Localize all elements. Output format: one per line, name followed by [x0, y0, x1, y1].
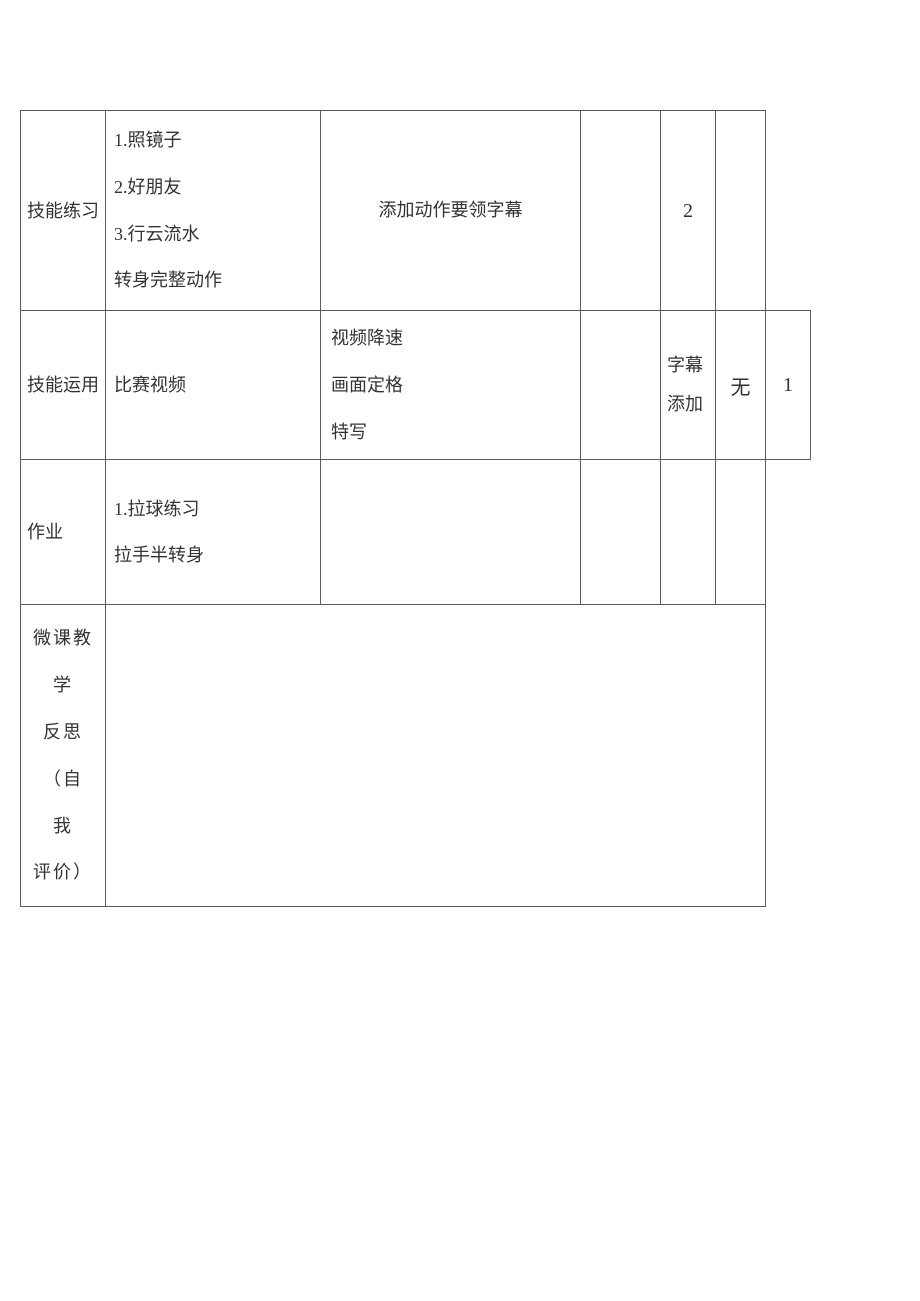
- cell-skill-practice-label: 技能练习: [21, 111, 106, 311]
- cell-skill-apply-num: 1: [766, 311, 811, 460]
- text: 添加动作要领字幕: [379, 200, 523, 220]
- text: 1.照镜子: [114, 117, 312, 164]
- cell-empty: [581, 111, 661, 311]
- cell-reflection-body: [106, 605, 766, 907]
- text: 2.好朋友: [114, 164, 312, 211]
- cell-skill-apply-content: 比赛视频: [106, 311, 321, 460]
- cell-skill-practice-content: 1.照镜子 2.好朋友 3.行云流水 转身完整动作: [106, 111, 321, 311]
- text: 拉手半转身: [114, 532, 312, 579]
- cell-empty: [716, 111, 766, 311]
- cell-homework-label: 作业: [21, 460, 106, 605]
- text: 技能运用: [27, 375, 99, 395]
- text: 反思（自: [25, 709, 101, 803]
- cell-skill-practice-count: 2: [661, 111, 716, 311]
- cell-homework-content: 1.拉球练习 拉手半转身: [106, 460, 321, 605]
- text: 1: [783, 374, 793, 396]
- cell-reflection-label: 微课教学 反思（自 我 评价）: [21, 605, 106, 907]
- lesson-plan-table: 技能练习 1.照镜子 2.好朋友 3.行云流水 转身完整动作 添加动作要领字幕 …: [20, 110, 811, 907]
- cell-skill-apply-sub: 字幕 添加: [661, 311, 716, 460]
- document-table-wrap: 技能练习 1.照镜子 2.好朋友 3.行云流水 转身完整动作 添加动作要领字幕 …: [20, 110, 900, 907]
- text: 画面定格: [331, 362, 570, 409]
- text: 字幕: [667, 346, 711, 386]
- cell-empty: [581, 311, 661, 460]
- text: 3.行云流水: [114, 211, 312, 258]
- text: 微课教学: [25, 615, 101, 709]
- text: 视频降速: [331, 315, 570, 362]
- table-row: 微课教学 反思（自 我 评价）: [21, 605, 811, 907]
- table-row: 技能练习 1.照镜子 2.好朋友 3.行云流水 转身完整动作 添加动作要领字幕 …: [21, 111, 811, 311]
- cell-empty: [581, 460, 661, 605]
- text: 特写: [331, 409, 570, 456]
- text: 2: [683, 200, 693, 222]
- text: 添加: [667, 385, 711, 425]
- text: 1.拉球练习: [114, 486, 312, 533]
- table-row: 技能运用 比赛视频 视频降速 画面定格 特写 字幕 添加 无 1: [21, 311, 811, 460]
- cell-empty: [716, 460, 766, 605]
- cell-skill-apply-label: 技能运用: [21, 311, 106, 460]
- cell-skill-apply-method: 视频降速 画面定格 特写: [321, 311, 581, 460]
- text: 技能练习: [27, 201, 99, 221]
- text: 评价）: [25, 849, 101, 896]
- cell-empty: [661, 460, 716, 605]
- table-row: 作业 1.拉球练习 拉手半转身: [21, 460, 811, 605]
- cell-skill-apply-none: 无: [716, 311, 766, 460]
- text: 转身完整动作: [114, 257, 312, 304]
- text: 比赛视频: [114, 375, 186, 395]
- text: 我: [25, 803, 101, 850]
- text: 作业: [27, 522, 63, 542]
- cell-empty: [321, 460, 581, 605]
- text: 无: [731, 377, 751, 399]
- cell-skill-practice-method: 添加动作要领字幕: [321, 111, 581, 311]
